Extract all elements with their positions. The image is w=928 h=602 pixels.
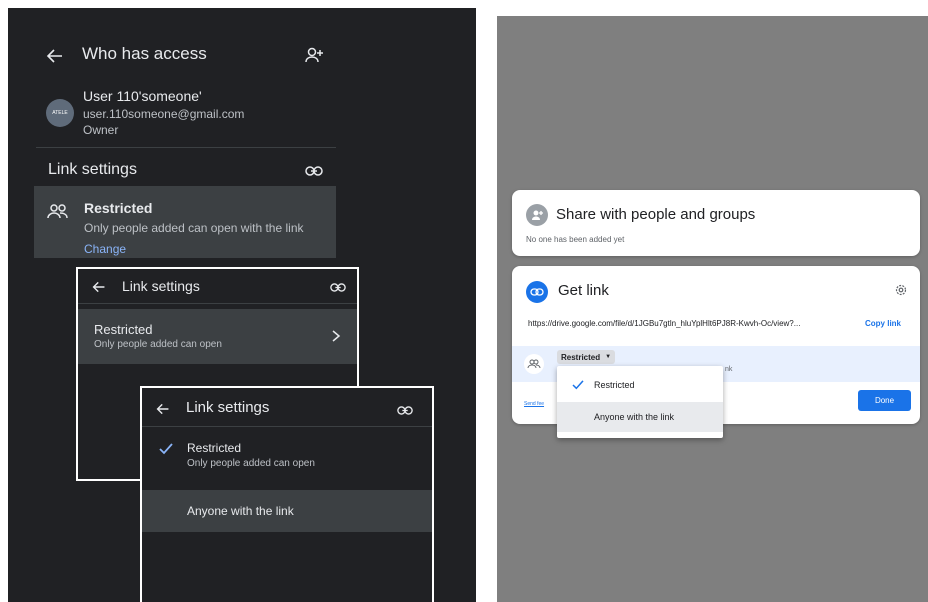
send-feedback-link[interactable]: Send fee bbox=[524, 401, 544, 407]
option-description: Only people added can open bbox=[94, 339, 222, 350]
popup-title: Link settings bbox=[186, 399, 270, 416]
access-dropdown-button[interactable]: Restricted ▼ bbox=[557, 350, 616, 364]
page-title: Who has access bbox=[82, 44, 207, 63]
people-icon bbox=[47, 203, 69, 221]
get-link-title: Get link bbox=[558, 282, 609, 299]
dropdown-option-anyone[interactable]: Anyone with the link bbox=[557, 402, 723, 432]
web-share-dialog-area: Share with people and groups No one has … bbox=[497, 16, 928, 602]
chevron-right-icon bbox=[331, 330, 341, 342]
add-person-icon[interactable] bbox=[304, 46, 324, 66]
divider bbox=[36, 147, 336, 148]
access-dropdown-menu: Restricted Anyone with the link bbox=[557, 366, 723, 438]
avatar-text: ATELE bbox=[52, 110, 68, 116]
option-title: Restricted bbox=[94, 322, 153, 337]
add-person-icon bbox=[526, 204, 548, 226]
settings-gear-icon[interactable] bbox=[894, 283, 908, 297]
dropdown-arrow-icon: ▼ bbox=[605, 354, 612, 360]
done-label: Done bbox=[874, 396, 895, 405]
link-settings-popup-expanded: Link settings Restricted Only people add… bbox=[140, 386, 434, 602]
back-arrow-icon[interactable] bbox=[92, 280, 106, 294]
restricted-title: Restricted bbox=[84, 200, 153, 216]
divider bbox=[78, 303, 357, 304]
link-url-field[interactable]: https://drive.google.com/file/d/1JGBu7gt… bbox=[528, 319, 858, 328]
back-arrow-icon[interactable] bbox=[46, 47, 64, 65]
link-settings-heading: Link settings bbox=[48, 161, 137, 178]
option-label: Restricted bbox=[594, 380, 635, 390]
checkmark-icon bbox=[159, 443, 173, 455]
done-button[interactable]: Done bbox=[858, 390, 911, 411]
share-title: Share with people and groups bbox=[556, 206, 756, 223]
mobile-share-panel: Who has access ATELE User 110'someone' u… bbox=[8, 8, 476, 602]
divider bbox=[142, 426, 432, 427]
restricted-option[interactable]: Restricted Only people added can open bbox=[78, 309, 357, 364]
option-label: Anyone with the link bbox=[594, 412, 675, 422]
checkmark-icon bbox=[572, 380, 584, 390]
restricted-option[interactable]: Restricted Only people added can open bbox=[142, 428, 432, 483]
user-name: User 110'someone' bbox=[83, 88, 202, 104]
people-icon bbox=[524, 354, 544, 374]
link-icon bbox=[526, 281, 548, 303]
link-icon bbox=[330, 282, 346, 293]
back-arrow-icon[interactable] bbox=[156, 402, 170, 416]
link-icon bbox=[305, 165, 323, 177]
popup-title: Link settings bbox=[122, 278, 200, 294]
option-description: Only people added can open bbox=[187, 458, 315, 469]
user-email: user.110someone@gmail.com bbox=[83, 107, 245, 121]
access-value: Restricted bbox=[561, 352, 601, 362]
anyone-with-link-option[interactable]: Anyone with the link bbox=[142, 490, 432, 532]
link-icon bbox=[397, 405, 413, 416]
share-card: Share with people and groups No one has … bbox=[512, 190, 920, 256]
avatar: ATELE bbox=[46, 99, 74, 127]
restricted-row[interactable]: Restricted Only people added can open wi… bbox=[34, 186, 336, 258]
restricted-description: Only people added can open with the link bbox=[84, 221, 304, 235]
dropdown-option-restricted[interactable]: Restricted bbox=[557, 371, 723, 399]
option-title: Anyone with the link bbox=[187, 504, 294, 518]
access-description-tail: nk bbox=[725, 366, 733, 373]
option-title: Restricted bbox=[187, 441, 242, 455]
change-link[interactable]: Change bbox=[84, 242, 126, 256]
user-role: Owner bbox=[83, 123, 119, 137]
copy-link-button[interactable]: Copy link bbox=[865, 319, 901, 328]
share-subtitle: No one has been added yet bbox=[526, 235, 625, 244]
